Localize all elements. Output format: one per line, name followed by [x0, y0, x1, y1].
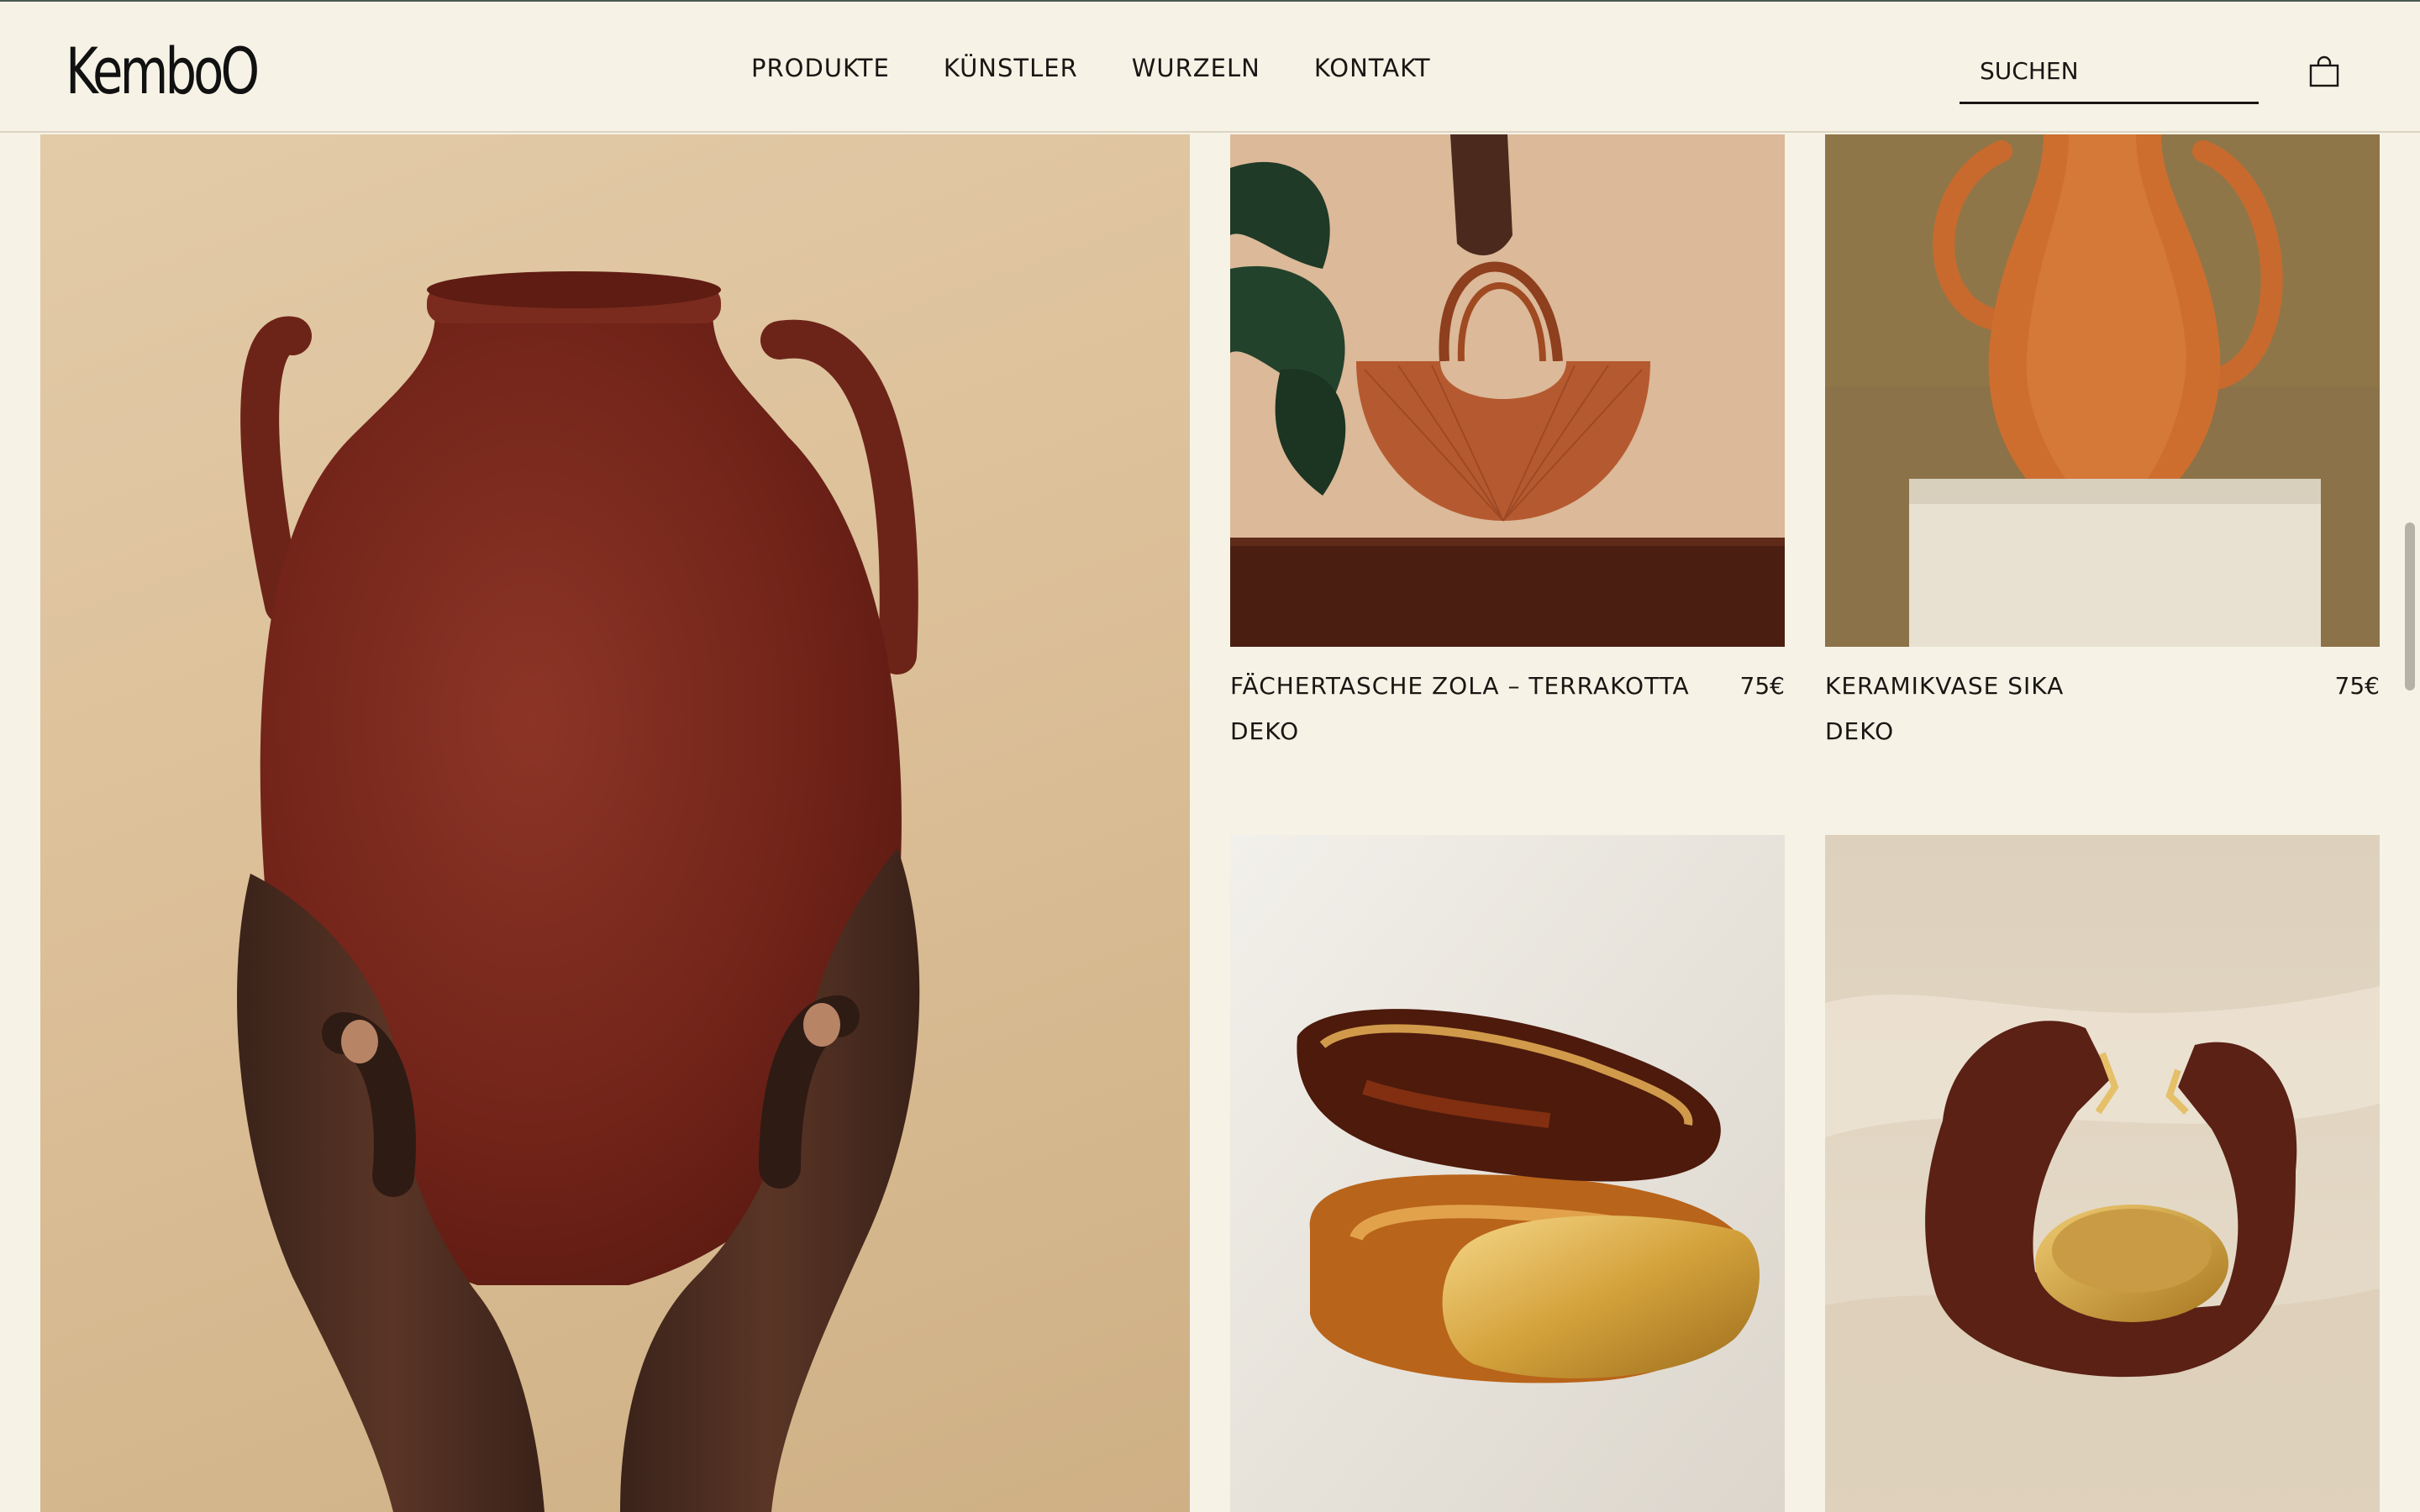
nav-item-kuenstler[interactable]: KÜNSTLER [944, 54, 1078, 82]
search-box [1960, 42, 2259, 104]
nav-item-wurzeln[interactable]: WURZELN [1132, 54, 1260, 82]
product-image-amber-bangles[interactable] [1230, 835, 1785, 1512]
shopping-bag-icon[interactable] [2307, 55, 2341, 89]
product-price: 75€ [1739, 672, 1785, 700]
search-input[interactable] [1980, 54, 2249, 87]
page-scrollbar[interactable] [2402, 134, 2420, 1512]
product-category[interactable]: DEKO [1825, 717, 1894, 745]
product-image-ceramic-vase[interactable] [1825, 134, 2380, 647]
main-nav: PRODUKTE KÜNSTLER WURZELN KONTAKT [751, 54, 1485, 82]
product-price: 75€ [2334, 672, 2380, 700]
product-name[interactable]: KERAMIKVASE SIKA [1825, 672, 2064, 700]
product-image-fan-bag[interactable] [1230, 134, 1785, 647]
hero-image[interactable] [40, 134, 1190, 1512]
nav-item-produkte[interactable]: PRODUKTE [751, 54, 890, 82]
product-image-wooden-cuff[interactable] [1825, 835, 2380, 1512]
product-category[interactable]: DEKO [1230, 717, 1299, 745]
brand-logo[interactable]: KembοO [66, 34, 260, 108]
nav-item-kontakt[interactable]: KONTAKT [1314, 54, 1431, 82]
product-name[interactable]: FÄCHERTASCHE ZOLA – TERRAKOTTA [1230, 672, 1690, 700]
site-header: KembοO PRODUKTE KÜNSTLER WURZELN KONTAKT [0, 2, 2420, 133]
scrollbar-thumb[interactable] [2405, 522, 2415, 690]
